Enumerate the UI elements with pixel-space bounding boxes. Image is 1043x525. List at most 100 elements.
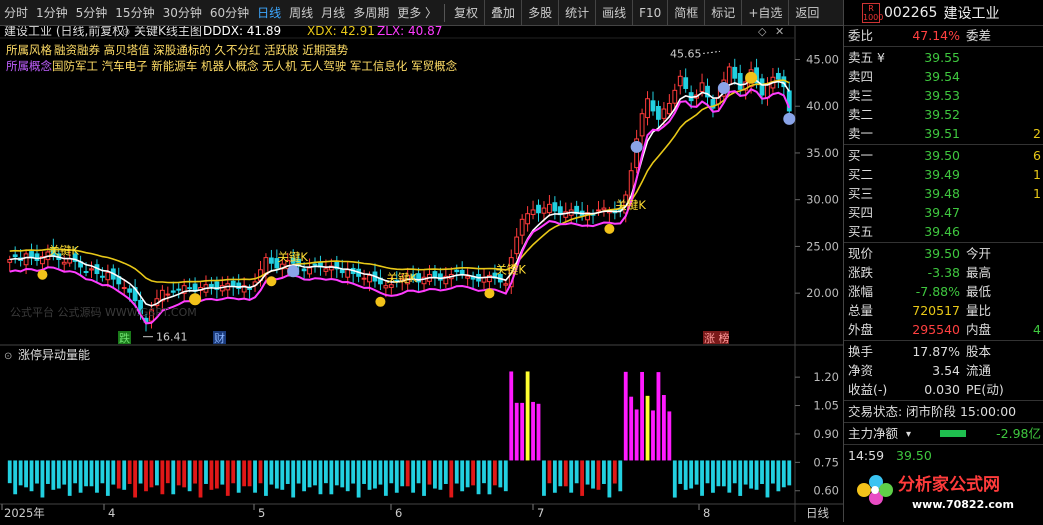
candle-body[interactable] — [541, 207, 547, 214]
period-tab-7[interactable]: 周线 — [285, 0, 317, 26]
candle-body[interactable] — [12, 254, 18, 258]
candle-body[interactable] — [601, 207, 607, 211]
period-tab-0[interactable]: 分时 — [0, 0, 32, 26]
period-tab-1[interactable]: 1分钟 — [32, 0, 72, 26]
candle-body[interactable] — [176, 288, 182, 291]
period-tab-6[interactable]: 日线 — [253, 0, 285, 26]
tool-button-6[interactable]: 简框 — [667, 0, 704, 26]
tool-button-1[interactable]: 叠加 — [484, 0, 521, 26]
chart-close-icon[interactable]: ✕ — [775, 25, 784, 38]
candle-body[interactable] — [361, 277, 367, 280]
candle-body[interactable] — [170, 290, 176, 293]
candle-body[interactable] — [699, 82, 705, 92]
y-tick-label: 45.00 — [806, 52, 839, 66]
kline-chart-area[interactable]: 建设工业 (日线,前复权) 关键K线主图 DDDX: 41.89 XDX: 42.91… — [0, 23, 843, 522]
candle-body[interactable] — [530, 209, 536, 215]
candle-body[interactable] — [666, 102, 672, 115]
volume-bar — [471, 460, 476, 486]
candle-body[interactable] — [263, 257, 269, 275]
volume-bar — [111, 460, 116, 485]
candle-body[interactable] — [367, 274, 372, 283]
candle-body[interactable] — [437, 273, 443, 281]
candle-body[interactable] — [536, 204, 541, 214]
volume-bar — [411, 460, 416, 493]
candle-body[interactable] — [247, 287, 252, 290]
candle-body[interactable] — [345, 269, 351, 278]
candle-body[interactable] — [323, 268, 329, 272]
tool-button-7[interactable]: 标记 — [704, 0, 741, 26]
candle-body[interactable] — [726, 66, 732, 86]
tool-button-3[interactable]: 统计 — [558, 0, 595, 26]
candle-body[interactable] — [656, 105, 661, 120]
period-tab-5[interactable]: 60分钟 — [206, 0, 253, 26]
tool-button-0[interactable]: 复权 — [448, 0, 484, 26]
period-tab-3[interactable]: 15分钟 — [111, 0, 158, 26]
period-tab-2[interactable]: 5分钟 — [72, 0, 112, 26]
main-net-toggle[interactable]: ▾ — [906, 425, 911, 444]
volume-bar — [449, 460, 454, 498]
candle-body[interactable] — [34, 253, 40, 261]
tool-button-4[interactable]: 画线 — [595, 0, 632, 26]
candle-body[interactable] — [683, 77, 689, 89]
tool-button-8[interactable]: +自选 — [741, 0, 788, 26]
candle-body[interactable] — [514, 236, 520, 255]
candle-body[interactable] — [388, 284, 394, 288]
chart-diamond-icon[interactable]: ◇ — [758, 25, 767, 38]
candle-body[interactable] — [301, 268, 307, 272]
candle-body[interactable] — [672, 89, 678, 104]
tool-button-2[interactable]: 多股 — [521, 0, 558, 26]
candle-body[interactable] — [83, 271, 89, 274]
bid-row-price: 39.47 — [924, 205, 960, 220]
candle-body[interactable] — [661, 108, 667, 119]
candle-body[interactable] — [732, 66, 738, 79]
candle-body[interactable] — [383, 285, 389, 289]
candle-body[interactable] — [99, 275, 105, 278]
kline-chart-svg[interactable]: 建设工业 (日线,前复权) 关键K线主图 DDDX: 41.89 XDX: 42.91… — [0, 23, 843, 522]
candle-body[interactable] — [454, 269, 460, 273]
candle-body[interactable] — [775, 72, 781, 80]
stock-name[interactable]: 建设工业 — [943, 3, 999, 23]
ask-row-price: 39.51 — [924, 126, 960, 141]
candle-body[interactable] — [459, 269, 465, 275]
candle-body[interactable] — [677, 75, 683, 87]
candle-body[interactable] — [596, 209, 601, 212]
candle-body[interactable] — [552, 202, 558, 212]
candle-body[interactable] — [650, 100, 656, 112]
candle-body[interactable] — [29, 251, 34, 259]
stat-value: 720517 — [912, 303, 960, 318]
stock-code[interactable]: 002265 — [884, 5, 937, 21]
candle-body[interactable] — [127, 288, 133, 293]
volume-bar — [705, 460, 710, 484]
candle-body[interactable] — [23, 253, 29, 266]
sub-indicator-toggle-icon[interactable]: ⊙ — [4, 351, 12, 362]
indicator-toggle-icon[interactable]: ⊙ — [122, 27, 130, 38]
candle-body[interactable] — [519, 218, 525, 236]
period-tab-4[interactable]: 30分钟 — [159, 0, 206, 26]
candle-body[interactable] — [268, 257, 274, 264]
candle-body[interactable] — [432, 271, 438, 278]
candle-body[interactable] — [307, 267, 312, 275]
candle-body[interactable] — [105, 272, 111, 281]
volume-bar — [329, 460, 334, 495]
candle-body[interactable] — [639, 113, 645, 137]
candle-body[interactable] — [503, 283, 509, 286]
candle-body[interactable] — [759, 78, 765, 96]
candle-body[interactable] — [312, 263, 318, 266]
candle-body[interactable] — [465, 275, 471, 279]
candle-body[interactable] — [89, 268, 94, 271]
tool-button-9[interactable]: 返回 — [788, 0, 825, 26]
candle-body[interactable] — [121, 287, 127, 290]
candle-body[interactable] — [525, 213, 531, 225]
candle-body[interactable] — [61, 261, 67, 265]
candle-body[interactable] — [165, 293, 171, 296]
period-tab-9[interactable]: 多周期 — [349, 0, 393, 26]
candle-body[interactable] — [209, 283, 214, 288]
candle-body[interactable] — [187, 287, 193, 290]
candle-body[interactable] — [547, 203, 552, 214]
tool-button-5[interactable]: F10 — [632, 0, 667, 26]
candle-body[interactable] — [737, 73, 743, 90]
period-tab-8[interactable]: 月线 — [317, 0, 349, 26]
period-tab-10[interactable]: 更多 〉 — [393, 0, 441, 26]
candle-body[interactable] — [645, 98, 650, 119]
main-net-label: 主力净额 — [848, 426, 899, 441]
